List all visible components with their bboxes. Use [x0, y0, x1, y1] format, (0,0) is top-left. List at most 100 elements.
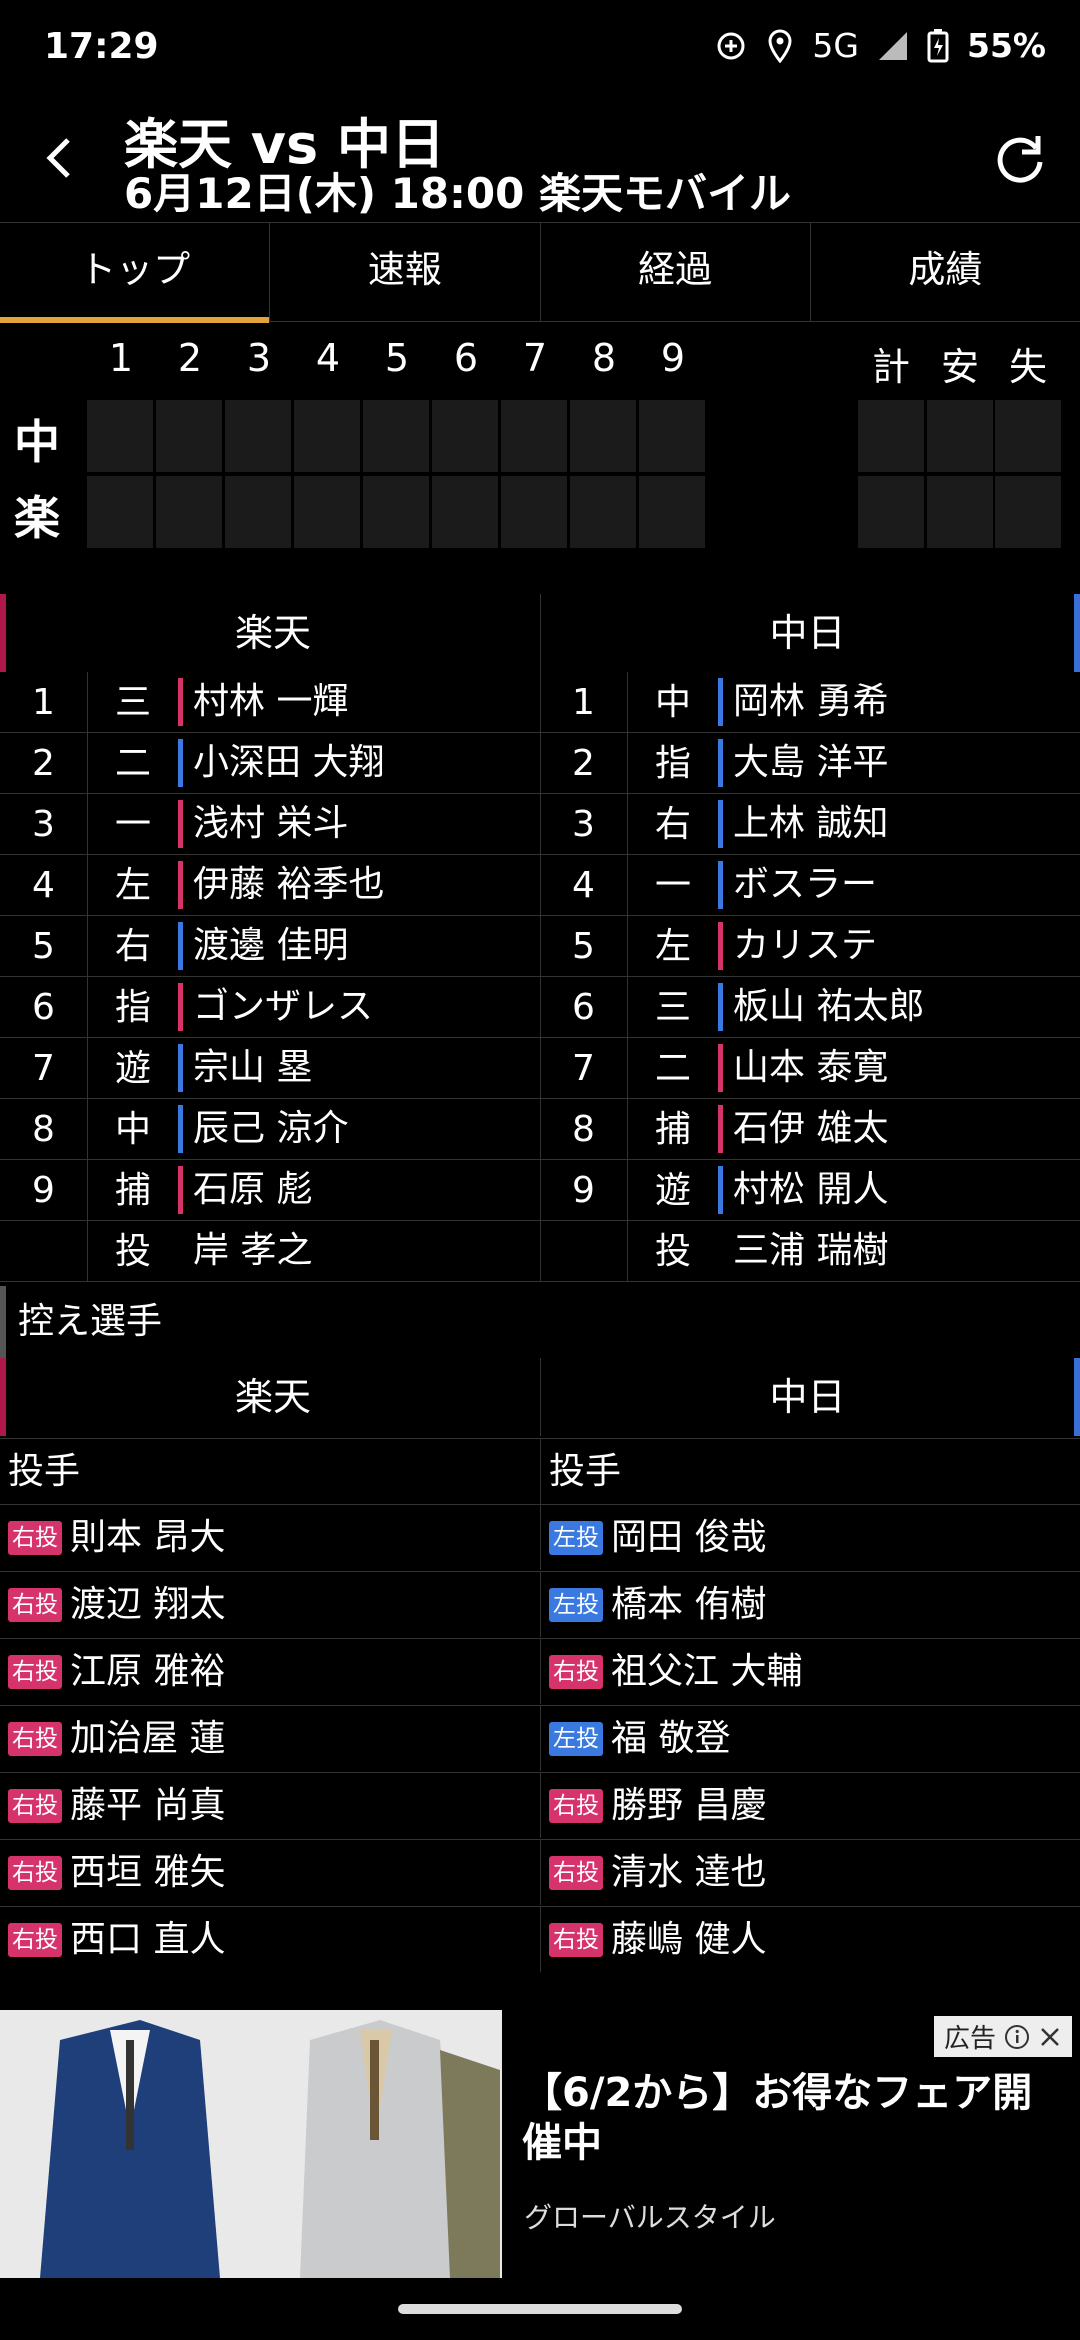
batting-order: 7: [540, 1038, 628, 1099]
bench-player-row[interactable]: 右投 清水 達也: [540, 1839, 1080, 1905]
tab-stats[interactable]: 成績: [811, 223, 1080, 321]
bench-pitchers-label-right: 投手: [540, 1438, 1080, 1504]
throwing-hand-badge: 右投: [8, 1654, 62, 1689]
player-name[interactable]: 山本 泰寛: [718, 1044, 1068, 1092]
bench-team-left: 楽天: [0, 1358, 540, 1436]
player-name[interactable]: 辰己 涼介: [178, 1105, 528, 1153]
batting-order: 2: [540, 733, 628, 794]
column-divider: [540, 1221, 541, 1282]
batting-order: 1: [0, 672, 88, 733]
lineup-row[interactable]: 3 一 3 右浅村 栄斗 上林 誠知: [0, 794, 1080, 855]
player-name[interactable]: 三浦 瑞樹: [718, 1227, 1068, 1275]
bench-player-row[interactable]: 左投 岡田 俊哉: [540, 1504, 1080, 1570]
player-name[interactable]: ゴンザレス: [178, 983, 528, 1031]
player-name[interactable]: 渡邊 佳明: [178, 922, 528, 970]
player-name[interactable]: 上林 誠知: [718, 800, 1068, 848]
inning-score-cell: [432, 400, 498, 472]
bench-player-row[interactable]: 右投 祖父江 大輔: [540, 1638, 1080, 1704]
app-header: 楽天 vs 中日 6月12日(木) 18:00 楽天モバイル: [0, 100, 1080, 222]
inning-score-cell: [432, 476, 498, 548]
lineup-row[interactable]: 7 遊 7 二宗山 塁山本 泰寛: [0, 1038, 1080, 1099]
bench-player-row[interactable]: 右投 加治屋 蓮: [0, 1705, 540, 1771]
inning-score-cell: [639, 400, 705, 472]
position: 一: [114, 804, 151, 845]
info-icon[interactable]: [1004, 2024, 1030, 2050]
player-name[interactable]: 宗山 塁: [178, 1044, 528, 1092]
inning-label: 9: [660, 336, 686, 380]
player-name[interactable]: ボスラー: [718, 861, 1068, 909]
throwing-hand-badge: 右投: [8, 1520, 62, 1555]
position: 三: [654, 987, 691, 1028]
back-arrow-icon[interactable]: [30, 128, 90, 188]
inning-score-cell: [501, 476, 567, 548]
player-name[interactable]: 石伊 雄太: [718, 1105, 1068, 1153]
close-icon[interactable]: [1038, 2025, 1062, 2049]
player-name[interactable]: 板山 祐太郎: [718, 983, 1068, 1031]
bench-player-row[interactable]: 右投 則本 昂大: [0, 1504, 540, 1570]
bench-player-row[interactable]: 右投 勝野 昌慶: [540, 1772, 1080, 1838]
inning-label: 7: [522, 336, 548, 380]
total-score-cell: [927, 400, 993, 472]
lineup-row[interactable]: 8 中 8 捕辰己 涼介 石伊 雄太: [0, 1099, 1080, 1160]
throwing-hand-badge: 右投: [8, 1721, 62, 1756]
player-name: 福 敬登: [611, 1717, 731, 1759]
ad-label[interactable]: 広告: [933, 2016, 1072, 2057]
throwing-hand-badge: 左投: [549, 1520, 603, 1555]
lineup-row[interactable]: 1 三 1 中村林 一輝 岡林 勇希: [0, 672, 1080, 733]
position: 二: [114, 743, 151, 784]
lineup-row[interactable]: 2 二 2 指小深田 大翔 大島 洋平: [0, 733, 1080, 794]
bench-player-row[interactable]: 右投 藤嶋 健人: [540, 1906, 1080, 1972]
player-name: 西垣 雅矢: [70, 1851, 226, 1893]
bench-section: 控え選手 楽天 中日 投手 投手 右投 則本 昂大 右投 渡辺 翔太 右投 江原 雅裕 右投…: [0, 1286, 1080, 2006]
bench-player-row[interactable]: 右投 江原 雅裕: [0, 1638, 540, 1704]
status-bar: 17:29 5G 55%: [0, 0, 1080, 100]
tab-top[interactable]: トップ: [0, 223, 271, 323]
ad-banner[interactable]: 広告 【6/2から】お得なフェア開催中 グローバルスタイル: [0, 2010, 1080, 2278]
position: 一: [654, 865, 691, 906]
gesture-bar[interactable]: [398, 2304, 682, 2314]
inning-label: 8: [591, 336, 617, 380]
lineup-row[interactable]: 5 右 5 左渡邊 佳明 カリステ: [0, 916, 1080, 977]
player-name[interactable]: 岡林 勇希: [718, 678, 1068, 726]
batting-order: 3: [0, 794, 88, 855]
bench-player-row[interactable]: 右投 西垣 雅矢: [0, 1839, 540, 1905]
player-name[interactable]: 小深田 大翔: [178, 739, 528, 787]
throwing-hand-badge: 右投: [549, 1788, 603, 1823]
player-name: 渡辺 翔太: [70, 1583, 226, 1625]
bench-player-row[interactable]: 左投福 敬登: [540, 1705, 1080, 1771]
batting-order: 5: [540, 916, 628, 977]
tab-live[interactable]: 速報: [270, 223, 541, 321]
position: 指: [654, 743, 691, 784]
ad-image[interactable]: [0, 2010, 502, 2278]
player-name[interactable]: 伊藤 裕季也: [178, 861, 528, 909]
position: 中: [114, 1109, 151, 1150]
player-name[interactable]: 石原 彪: [178, 1166, 528, 1214]
bench-player-row[interactable]: 右投 渡辺 翔太: [0, 1571, 540, 1637]
data-saver-icon: [717, 32, 745, 59]
player-name[interactable]: 岸 孝之: [178, 1227, 528, 1275]
player-name: 加治屋 蓮: [70, 1717, 226, 1759]
inning-score-cell: [156, 476, 222, 548]
column-divider: [540, 977, 541, 1038]
batting-order: 7: [0, 1038, 88, 1099]
bench-player-row[interactable]: 右投 藤平 尚真: [0, 1772, 540, 1838]
refresh-icon[interactable]: [988, 128, 1052, 192]
lineup-row[interactable]: 9 捕 9 遊石原 彪村松 開人: [0, 1160, 1080, 1221]
tab-progress[interactable]: 経過: [541, 223, 811, 321]
bench-player-row[interactable]: 左投 橋本 侑樹: [540, 1571, 1080, 1637]
inning-label: 2: [177, 336, 203, 380]
player-name[interactable]: 大島 洋平: [718, 739, 1068, 787]
player-name[interactable]: 浅村 栄斗: [178, 800, 528, 848]
ad-title[interactable]: 【6/2から】お得なフェア開催中: [522, 2068, 1062, 2168]
lineup-row[interactable]: 投投岸 孝之 三浦 瑞樹: [0, 1221, 1080, 1282]
position: 三: [114, 682, 151, 723]
status-time: 17:29: [44, 26, 159, 67]
player-name[interactable]: 村松 開人: [718, 1166, 1068, 1214]
lineup-row[interactable]: 4 左 4 一伊藤 裕季也 ボスラー: [0, 855, 1080, 916]
lineup-section: 楽天 中日 1 三 1 中村林 一輝 岡林 勇希 2 二 2 指小深田 大翔 大島 洋平 3 一 3 右浅…: [0, 566, 1080, 1286]
total-score-cell: [995, 476, 1061, 548]
player-name[interactable]: 村林 一輝: [178, 678, 528, 726]
bench-player-row[interactable]: 右投 西口 直人: [0, 1906, 540, 1972]
player-name[interactable]: カリステ: [718, 922, 1068, 970]
lineup-row[interactable]: 6 指 6 三ゴンザレス 板山 祐太郎: [0, 977, 1080, 1038]
